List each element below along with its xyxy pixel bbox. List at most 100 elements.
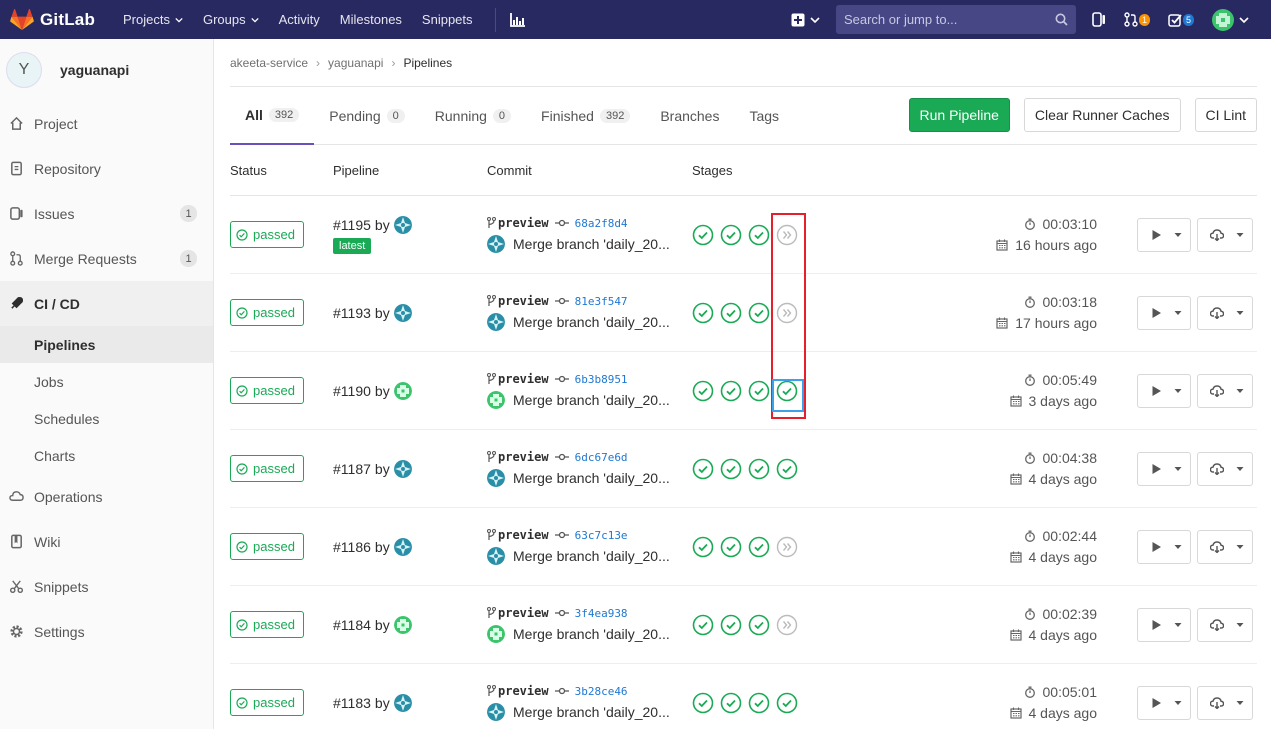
status-badge[interactable]: passed bbox=[230, 689, 304, 716]
commit-message-link[interactable]: Merge branch 'daily_20... bbox=[513, 704, 670, 720]
stage-success-icon[interactable] bbox=[720, 458, 748, 480]
commit-author-avatar-icon[interactable] bbox=[487, 703, 505, 721]
branch-name-link[interactable]: preview bbox=[498, 216, 549, 230]
tab-all[interactable]: All 392 bbox=[230, 87, 315, 145]
pipeline-id-link[interactable]: #1190 bbox=[333, 383, 371, 399]
user-menu[interactable] bbox=[1212, 8, 1249, 31]
stage-success-icon[interactable] bbox=[720, 380, 748, 402]
manual-jobs-play-dropdown[interactable] bbox=[1137, 451, 1191, 486]
search-input[interactable]: Search or jump to... bbox=[835, 5, 1076, 34]
manual-jobs-play-dropdown[interactable] bbox=[1137, 217, 1191, 252]
sidebar-item-wiki[interactable]: Wiki bbox=[0, 519, 213, 564]
status-badge[interactable]: passed bbox=[230, 377, 304, 404]
sidebar-item-merge-requests[interactable]: Merge Requests 1 bbox=[0, 236, 213, 281]
stage-skipped-icon[interactable] bbox=[776, 302, 804, 324]
stage-success-icon[interactable] bbox=[776, 380, 804, 402]
manual-jobs-play-dropdown[interactable] bbox=[1137, 685, 1191, 720]
stage-success-icon[interactable] bbox=[748, 224, 776, 246]
user-avatar-icon[interactable] bbox=[393, 693, 412, 712]
pipeline-id-link[interactable]: #1186 bbox=[333, 539, 371, 555]
commit-message-link[interactable]: Merge branch 'daily_20... bbox=[513, 548, 670, 564]
stage-success-icon[interactable] bbox=[720, 302, 748, 324]
sidebar-subitem-schedules[interactable]: Schedules bbox=[0, 400, 213, 437]
stage-success-icon[interactable] bbox=[692, 614, 720, 636]
commit-sha-link[interactable]: 6dc67e6d bbox=[575, 451, 628, 464]
stage-success-icon[interactable] bbox=[692, 302, 720, 324]
user-avatar-icon[interactable] bbox=[393, 537, 412, 556]
commit-author-avatar-icon[interactable] bbox=[487, 625, 505, 643]
stage-skipped-icon[interactable] bbox=[776, 614, 804, 636]
chart-icon[interactable] bbox=[509, 12, 526, 27]
new-dropdown[interactable] bbox=[791, 13, 820, 27]
stage-success-icon[interactable] bbox=[776, 458, 804, 480]
stage-success-icon[interactable] bbox=[720, 692, 748, 714]
nav-link-snippets[interactable]: Snippets bbox=[422, 12, 473, 27]
nav-link-activity[interactable]: Activity bbox=[279, 12, 320, 27]
nav-link-groups[interactable]: Groups bbox=[203, 12, 259, 27]
stage-success-icon[interactable] bbox=[748, 380, 776, 402]
pipeline-id-link[interactable]: #1187 bbox=[333, 461, 371, 477]
sidebar-item-ci-cd[interactable]: CI / CD bbox=[0, 281, 213, 326]
run-pipeline-button[interactable]: Run Pipeline bbox=[908, 98, 1010, 132]
user-avatar-icon[interactable] bbox=[393, 303, 412, 322]
breadcrumb-item[interactable]: Pipelines bbox=[403, 56, 452, 70]
manual-jobs-play-dropdown[interactable] bbox=[1137, 529, 1191, 564]
artifacts-download-dropdown[interactable] bbox=[1197, 373, 1253, 408]
sidebar-subitem-pipelines[interactable]: Pipelines bbox=[0, 326, 213, 363]
stage-skipped-icon[interactable] bbox=[776, 224, 804, 246]
branch-name-link[interactable]: preview bbox=[498, 372, 549, 386]
commit-sha-link[interactable]: 63c7c13e bbox=[575, 529, 628, 542]
commit-author-avatar-icon[interactable] bbox=[487, 547, 505, 565]
commit-sha-link[interactable]: 68a2f8d4 bbox=[575, 217, 628, 230]
commit-sha-link[interactable]: 3b28ce46 bbox=[575, 685, 628, 698]
commit-message-link[interactable]: Merge branch 'daily_20... bbox=[513, 392, 670, 408]
commit-author-avatar-icon[interactable] bbox=[487, 235, 505, 253]
commit-author-avatar-icon[interactable] bbox=[487, 469, 505, 487]
artifacts-download-dropdown[interactable] bbox=[1197, 295, 1253, 330]
pipeline-id-link[interactable]: #1195 bbox=[333, 217, 371, 233]
branch-name-link[interactable]: preview bbox=[498, 528, 549, 542]
stage-success-icon[interactable] bbox=[720, 614, 748, 636]
stage-success-icon[interactable] bbox=[748, 536, 776, 558]
status-badge[interactable]: passed bbox=[230, 533, 304, 560]
stage-success-icon[interactable] bbox=[692, 224, 720, 246]
gitlab-logo[interactable]: GitLab bbox=[10, 8, 110, 31]
artifacts-download-dropdown[interactable] bbox=[1197, 607, 1253, 642]
stage-success-icon[interactable] bbox=[748, 692, 776, 714]
pipeline-id-link[interactable]: #1193 bbox=[333, 305, 371, 321]
stage-success-icon[interactable] bbox=[692, 458, 720, 480]
project-header[interactable]: Y yaguanapi bbox=[0, 39, 213, 101]
commit-sha-link[interactable]: 81e3f547 bbox=[575, 295, 628, 308]
nav-link-projects[interactable]: Projects bbox=[123, 12, 183, 27]
artifacts-download-dropdown[interactable] bbox=[1197, 451, 1253, 486]
sidebar-item-settings[interactable]: Settings bbox=[0, 609, 213, 654]
commit-message-link[interactable]: Merge branch 'daily_20... bbox=[513, 236, 670, 252]
artifacts-download-dropdown[interactable] bbox=[1197, 685, 1253, 720]
sidebar-item-issues[interactable]: Issues 1 bbox=[0, 191, 213, 236]
tab-tags[interactable]: Tags bbox=[734, 87, 794, 145]
sidebar-subitem-charts[interactable]: Charts bbox=[0, 437, 213, 474]
user-avatar-icon[interactable] bbox=[393, 215, 412, 234]
tab-running[interactable]: Running 0 bbox=[420, 87, 526, 145]
sidebar-item-operations[interactable]: Operations bbox=[0, 474, 213, 519]
sidebar-item-snippets[interactable]: Snippets bbox=[0, 564, 213, 609]
ci-lint-button[interactable]: CI Lint bbox=[1194, 98, 1257, 132]
manual-jobs-play-dropdown[interactable] bbox=[1137, 607, 1191, 642]
user-avatar-icon[interactable] bbox=[393, 381, 412, 400]
stage-success-icon[interactable] bbox=[692, 380, 720, 402]
merge-requests-nav-button[interactable]: 1 bbox=[1124, 12, 1150, 27]
status-badge[interactable]: passed bbox=[230, 455, 304, 482]
branch-name-link[interactable]: preview bbox=[498, 606, 549, 620]
user-avatar-icon[interactable] bbox=[393, 459, 412, 478]
clear-runner-caches-button[interactable]: Clear Runner Caches bbox=[1023, 98, 1181, 132]
commit-message-link[interactable]: Merge branch 'daily_20... bbox=[513, 314, 670, 330]
tab-branches[interactable]: Branches bbox=[645, 87, 734, 145]
status-badge[interactable]: passed bbox=[230, 221, 304, 248]
manual-jobs-play-dropdown[interactable] bbox=[1137, 295, 1191, 330]
branch-name-link[interactable]: preview bbox=[498, 450, 549, 464]
artifacts-download-dropdown[interactable] bbox=[1197, 529, 1253, 564]
commit-sha-link[interactable]: 6b3b8951 bbox=[575, 373, 628, 386]
stage-success-icon[interactable] bbox=[776, 692, 804, 714]
manual-jobs-play-dropdown[interactable] bbox=[1137, 373, 1191, 408]
artifacts-download-dropdown[interactable] bbox=[1197, 217, 1253, 252]
